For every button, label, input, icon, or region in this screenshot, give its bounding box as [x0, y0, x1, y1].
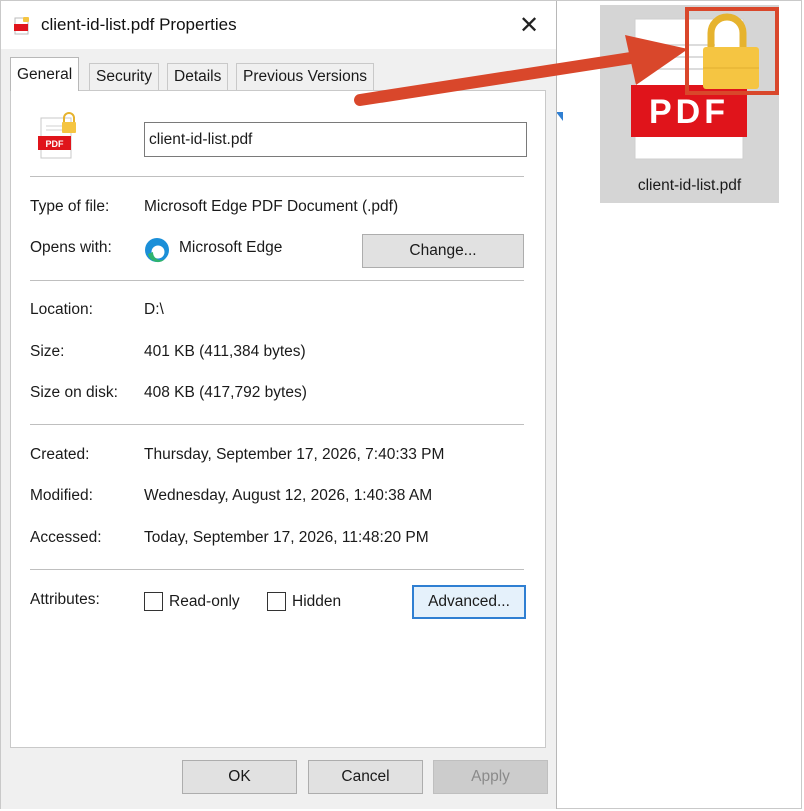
apply-button[interactable]: Apply: [433, 760, 548, 794]
change-button[interactable]: Change...: [362, 234, 524, 268]
annotation-arrow: [354, 35, 688, 106]
opens-with-value: Microsoft Edge: [179, 239, 283, 256]
pdf-icon-text: PDF: [46, 139, 65, 149]
pdf-title-icon: [14, 17, 29, 35]
tab-general[interactable]: General: [10, 57, 80, 91]
properties-dialog: client-id-list.pdf Properties ✕ General …: [1, 1, 557, 809]
tab-security[interactable]: Security: [89, 63, 159, 91]
size-on-disk-value: 408 KB (417,792 bytes): [144, 384, 307, 401]
dialog-title: client-id-list.pdf Properties: [41, 15, 237, 34]
edge-icon: [145, 238, 169, 263]
size-value: 401 KB (411,384 bytes): [144, 343, 306, 360]
created-value: Thursday, September 17, 2026, 7:40:33 PM: [144, 446, 445, 463]
separator: [30, 569, 524, 570]
location-value: D:\: [144, 301, 164, 318]
read-only-label[interactable]: Read-only: [169, 593, 240, 611]
modified-label: Modified:: [30, 487, 93, 504]
tab-details[interactable]: Details: [167, 63, 229, 91]
read-only-checkbox[interactable]: [144, 592, 163, 611]
file-name-field[interactable]: [144, 122, 527, 157]
created-label: Created:: [30, 446, 90, 463]
hidden-checkbox[interactable]: [267, 592, 286, 611]
accessed-label: Accessed:: [30, 529, 102, 546]
type-of-file-label: Type of file:: [30, 198, 110, 215]
advanced-button[interactable]: Advanced...: [412, 585, 526, 619]
modified-value: Wednesday, August 12, 2026, 1:40:38 AM: [144, 487, 433, 504]
cancel-button[interactable]: Cancel: [308, 760, 423, 794]
attributes-label: Attributes:: [30, 591, 100, 608]
separator: [30, 280, 524, 281]
separator: [30, 176, 524, 177]
size-on-disk-label: Size on disk:: [30, 384, 118, 401]
hidden-label[interactable]: Hidden: [292, 593, 341, 611]
size-label: Size:: [30, 343, 65, 360]
opens-with-label: Opens with:: [30, 239, 112, 256]
accessed-value: Today, September 17, 2026, 11:48:20 PM: [144, 529, 429, 546]
desktop-file-label: client-id-list.pdf: [637, 177, 742, 194]
location-label: Location:: [30, 301, 93, 318]
type-of-file-value: Microsoft Edge PDF Document (.pdf): [144, 198, 399, 215]
general-tab-panel: PDF Type of file: Microsoft Edge PDF Doc…: [10, 90, 546, 748]
pdf-locked-icon: PDF: [38, 112, 76, 159]
separator: [30, 424, 524, 425]
ok-button[interactable]: OK: [182, 760, 297, 794]
